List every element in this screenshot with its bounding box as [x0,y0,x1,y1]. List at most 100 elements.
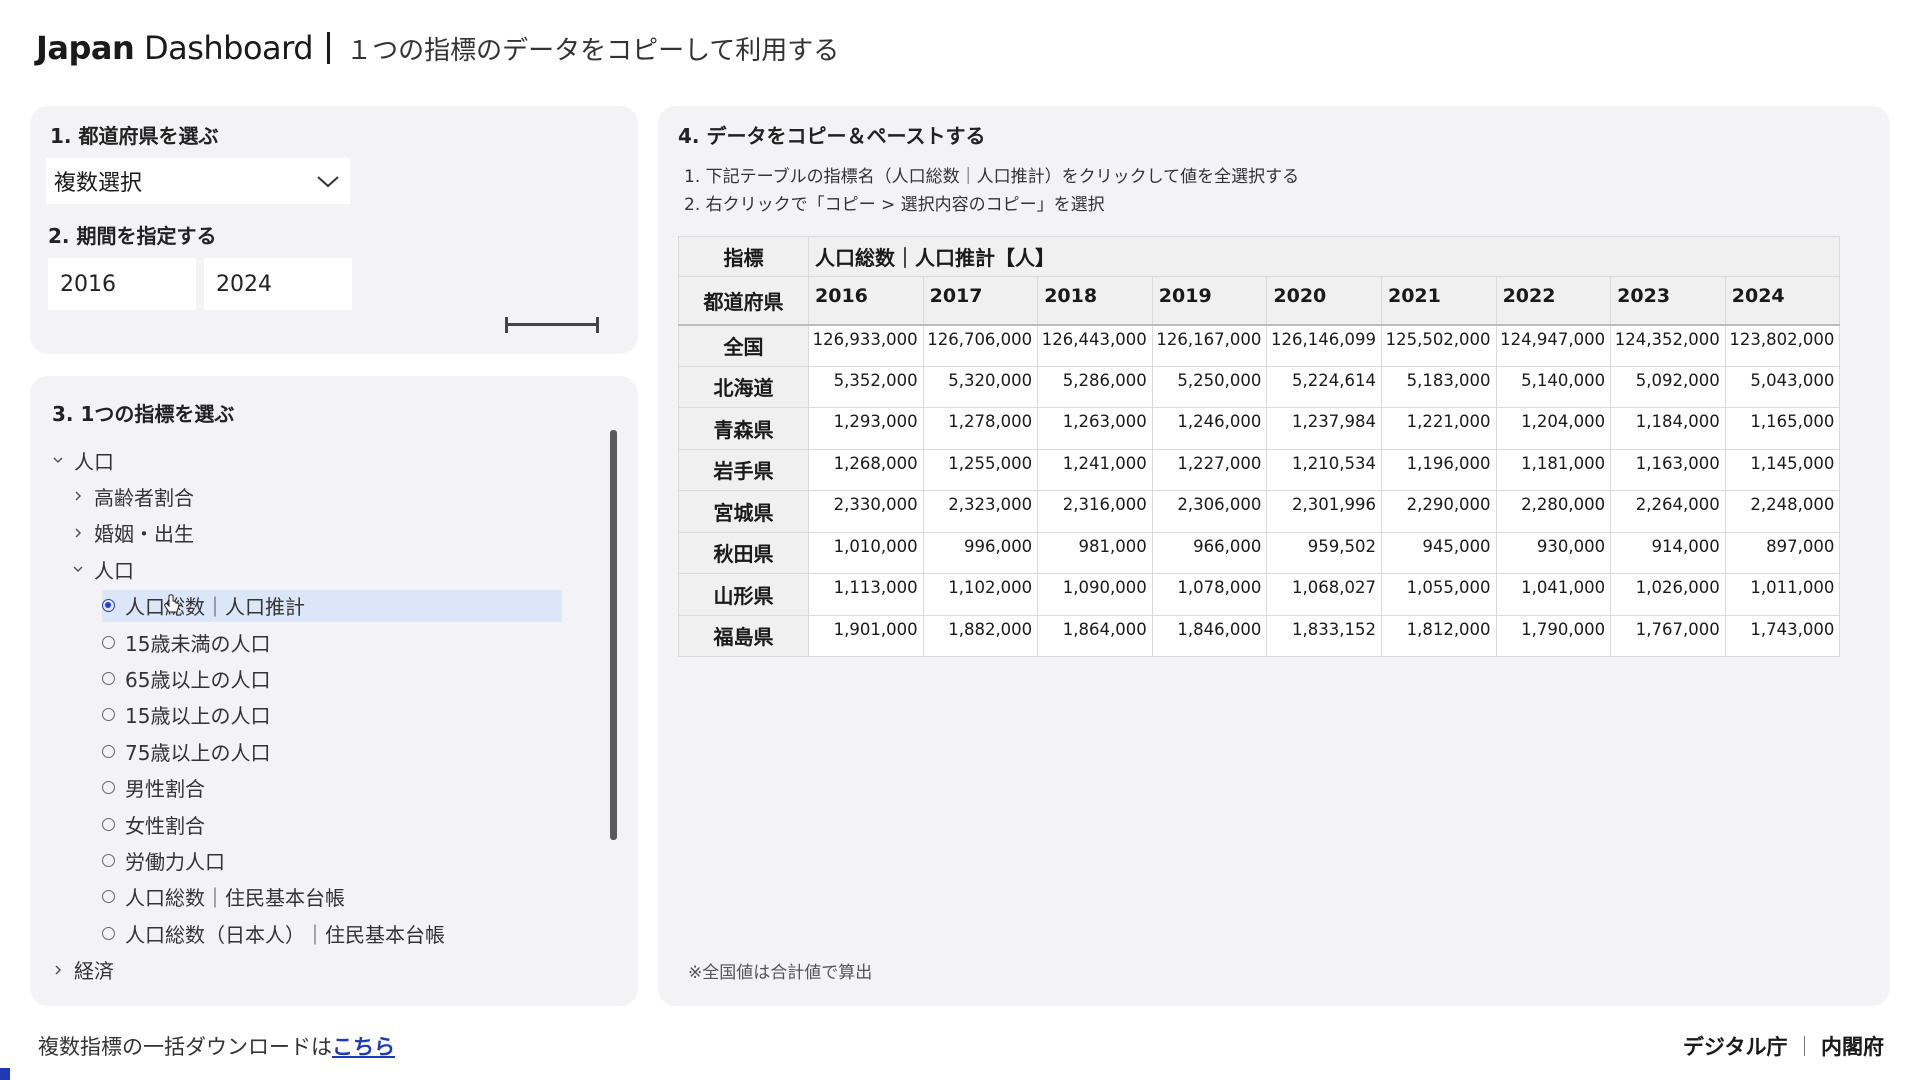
table-cell[interactable]: 1,268,000 [808,448,924,491]
table-cell[interactable]: 1,196,000 [1380,448,1497,491]
table-cell[interactable]: 2,306,000 [1151,490,1268,533]
table-cell[interactable]: 897,000 [1724,531,1841,574]
chevron-down-icon[interactable] [68,559,88,579]
table-cell[interactable]: 2,330,000 [808,490,924,533]
table-cell[interactable]: 5,352,000 [808,365,924,408]
end-year-input[interactable]: 2024 [204,258,352,310]
table-cell[interactable]: 2,280,000 [1495,490,1612,533]
table-cell[interactable]: 1,184,000 [1610,407,1726,450]
table-cell[interactable]: 126,706,000 [922,324,1039,367]
indicator-option[interactable]: 15歳以上の人口 [102,699,270,731]
table-cell[interactable]: 1,163,000 [1610,448,1726,491]
tree-scrollbar[interactable] [610,430,617,840]
table-cell[interactable]: 1,145,000 [1724,448,1841,491]
table-cell[interactable]: 1,812,000 [1380,614,1497,657]
table-cell[interactable]: 1,255,000 [922,448,1039,491]
data-table[interactable]: 指標 人口総数｜人口推計【人】 都道府県 2016 2017 2018 2019 202… [678,236,1841,657]
table-cell[interactable]: 966,000 [1151,531,1268,574]
indicator-option[interactable]: 15歳未満の人口 [102,626,270,658]
table-cell[interactable]: 2,316,000 [1037,490,1153,533]
radio-icon[interactable] [102,599,115,613]
table-cell[interactable]: 1,204,000 [1495,407,1612,450]
table-cell[interactable]: 1,221,000 [1380,407,1497,450]
table-cell[interactable]: 1,293,000 [808,407,924,450]
table-cell[interactable]: 5,140,000 [1495,365,1612,408]
tree-folder[interactable]: 人口 [68,553,134,585]
indicator-option[interactable]: 65歳以上の人口 [102,662,270,694]
table-cell[interactable]: 1,113,000 [808,573,924,616]
slider-start-handle[interactable] [505,317,508,333]
table-cell[interactable]: 1,743,000 [1724,614,1841,657]
table-cell[interactable]: 1,102,000 [922,573,1039,616]
tree-folder[interactable]: 経済 [48,954,114,986]
table-cell[interactable]: 126,167,000 [1151,324,1268,367]
table-cell[interactable]: 1,833,152 [1266,614,1382,657]
table-cell[interactable]: 996,000 [922,531,1039,574]
table-cell[interactable]: 1,227,000 [1151,448,1268,491]
table-cell[interactable]: 2,264,000 [1610,490,1726,533]
table-cell[interactable]: 1,246,000 [1151,407,1268,450]
table-cell[interactable]: 125,502,000 [1380,324,1497,367]
table-cell[interactable]: 1,165,000 [1724,407,1841,450]
table-cell[interactable]: 1,090,000 [1037,573,1153,616]
table-cell[interactable]: 1,864,000 [1037,614,1153,657]
table-cell[interactable]: 1,237,984 [1266,407,1382,450]
chevron-down-icon[interactable] [48,450,68,470]
table-cell[interactable]: 123,802,000 [1724,324,1841,367]
indicator-option[interactable]: 人口総数（日本人）｜住民基本台帳 [102,917,445,949]
year-range-slider[interactable] [506,323,598,326]
radio-icon[interactable] [102,926,115,940]
table-cell[interactable]: 5,043,000 [1724,365,1841,408]
table-cell[interactable]: 1,078,000 [1151,573,1268,616]
radio-icon[interactable] [102,671,115,685]
table-cell[interactable]: 1,011,000 [1724,573,1841,616]
table-cell[interactable]: 5,320,000 [922,365,1039,408]
table-cell[interactable]: 1,026,000 [1610,573,1726,616]
table-cell[interactable]: 5,183,000 [1380,365,1497,408]
table-cell[interactable]: 1,068,027 [1266,573,1382,616]
table-cell[interactable]: 1,241,000 [1037,448,1153,491]
chevron-right-icon[interactable] [48,960,68,980]
table-cell[interactable]: 914,000 [1610,531,1726,574]
tree-folder[interactable]: 人口 [48,444,114,476]
radio-icon[interactable] [102,781,115,795]
table-cell[interactable]: 1,901,000 [808,614,924,657]
table-cell[interactable]: 945,000 [1380,531,1497,574]
radio-icon[interactable] [102,890,115,904]
table-cell[interactable]: 1,263,000 [1037,407,1153,450]
chevron-right-icon[interactable] [68,486,88,506]
table-cell[interactable]: 1,010,000 [808,531,924,574]
radio-icon[interactable] [102,853,115,867]
table-cell[interactable]: 1,767,000 [1610,614,1726,657]
prefecture-select[interactable]: 複数選択 [46,158,350,204]
table-cell[interactable]: 2,290,000 [1380,490,1497,533]
table-cell[interactable]: 1,181,000 [1495,448,1612,491]
table-cell[interactable]: 981,000 [1037,531,1153,574]
table-cell[interactable]: 2,301,996 [1266,490,1382,533]
radio-icon[interactable] [102,817,115,831]
table-cell[interactable]: 1,041,000 [1495,573,1612,616]
chevron-right-icon[interactable] [68,523,88,543]
table-cell[interactable]: 5,250,000 [1151,365,1268,408]
table-cell[interactable]: 1,210,534 [1266,448,1382,491]
tree-folder[interactable]: 高齢者割合 [68,480,194,512]
table-cell[interactable]: 5,286,000 [1037,365,1153,408]
table-cell[interactable]: 126,443,000 [1037,324,1153,367]
indicator-name-cell[interactable]: 人口総数｜人口推計【人】 [807,236,1841,277]
tree-folder[interactable]: 婚姻・出生 [68,517,194,549]
radio-icon[interactable] [102,744,115,758]
table-cell[interactable]: 126,146,099 [1266,324,1382,367]
table-cell[interactable]: 1,846,000 [1151,614,1268,657]
table-cell[interactable]: 124,352,000 [1610,324,1726,367]
table-cell[interactable]: 2,323,000 [922,490,1039,533]
indicator-option[interactable]: 75歳以上の人口 [102,735,270,767]
table-cell[interactable]: 2,248,000 [1724,490,1841,533]
table-cell[interactable]: 5,224,614 [1266,365,1382,408]
start-year-input[interactable]: 2016 [48,258,196,310]
indicator-option[interactable]: 男性割合 [102,772,205,804]
table-cell[interactable]: 1,055,000 [1380,573,1497,616]
slider-end-handle[interactable] [596,317,599,333]
bulk-download-link[interactable]: こちら [332,1035,395,1059]
table-cell[interactable]: 1,790,000 [1495,614,1612,657]
table-cell[interactable]: 1,882,000 [922,614,1039,657]
